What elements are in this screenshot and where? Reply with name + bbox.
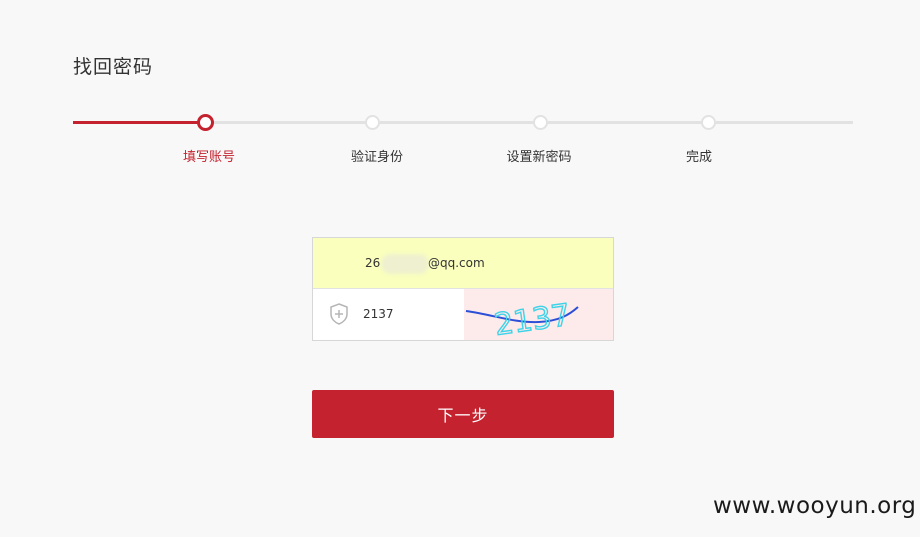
step-dot-2: [365, 115, 380, 130]
email-field[interactable]: 26 @qq.com: [313, 238, 613, 289]
shield-icon: [329, 303, 349, 325]
recovery-form: 26 @qq.com 2137: [312, 237, 614, 344]
email-prefix: 26: [365, 256, 381, 270]
progress-fill: [73, 121, 205, 124]
captcha-image[interactable]: 2137: [464, 289, 613, 344]
watermark: www.wooyun.org: [713, 493, 917, 519]
captcha-input[interactable]: [363, 301, 458, 327]
step-label-verify-identity: 验证身份: [350, 150, 403, 165]
step-dot-1: [197, 114, 214, 131]
email-suffix: @qq.com: [428, 256, 485, 270]
step-label-set-password: 设置新密码: [506, 150, 572, 165]
page-title: 找回密码: [73, 56, 154, 78]
redacted-blur: [381, 254, 429, 274]
step-label-fill-account: 填写账号: [182, 150, 235, 165]
captcha-row: 2137: [313, 289, 613, 344]
step-dot-4: [701, 115, 716, 130]
step-progress: [73, 114, 853, 134]
step-label-complete: 完成: [685, 150, 712, 165]
captcha-text: 2137: [492, 298, 572, 340]
next-button[interactable]: 下一步: [312, 390, 614, 438]
step-dot-3: [533, 115, 548, 130]
